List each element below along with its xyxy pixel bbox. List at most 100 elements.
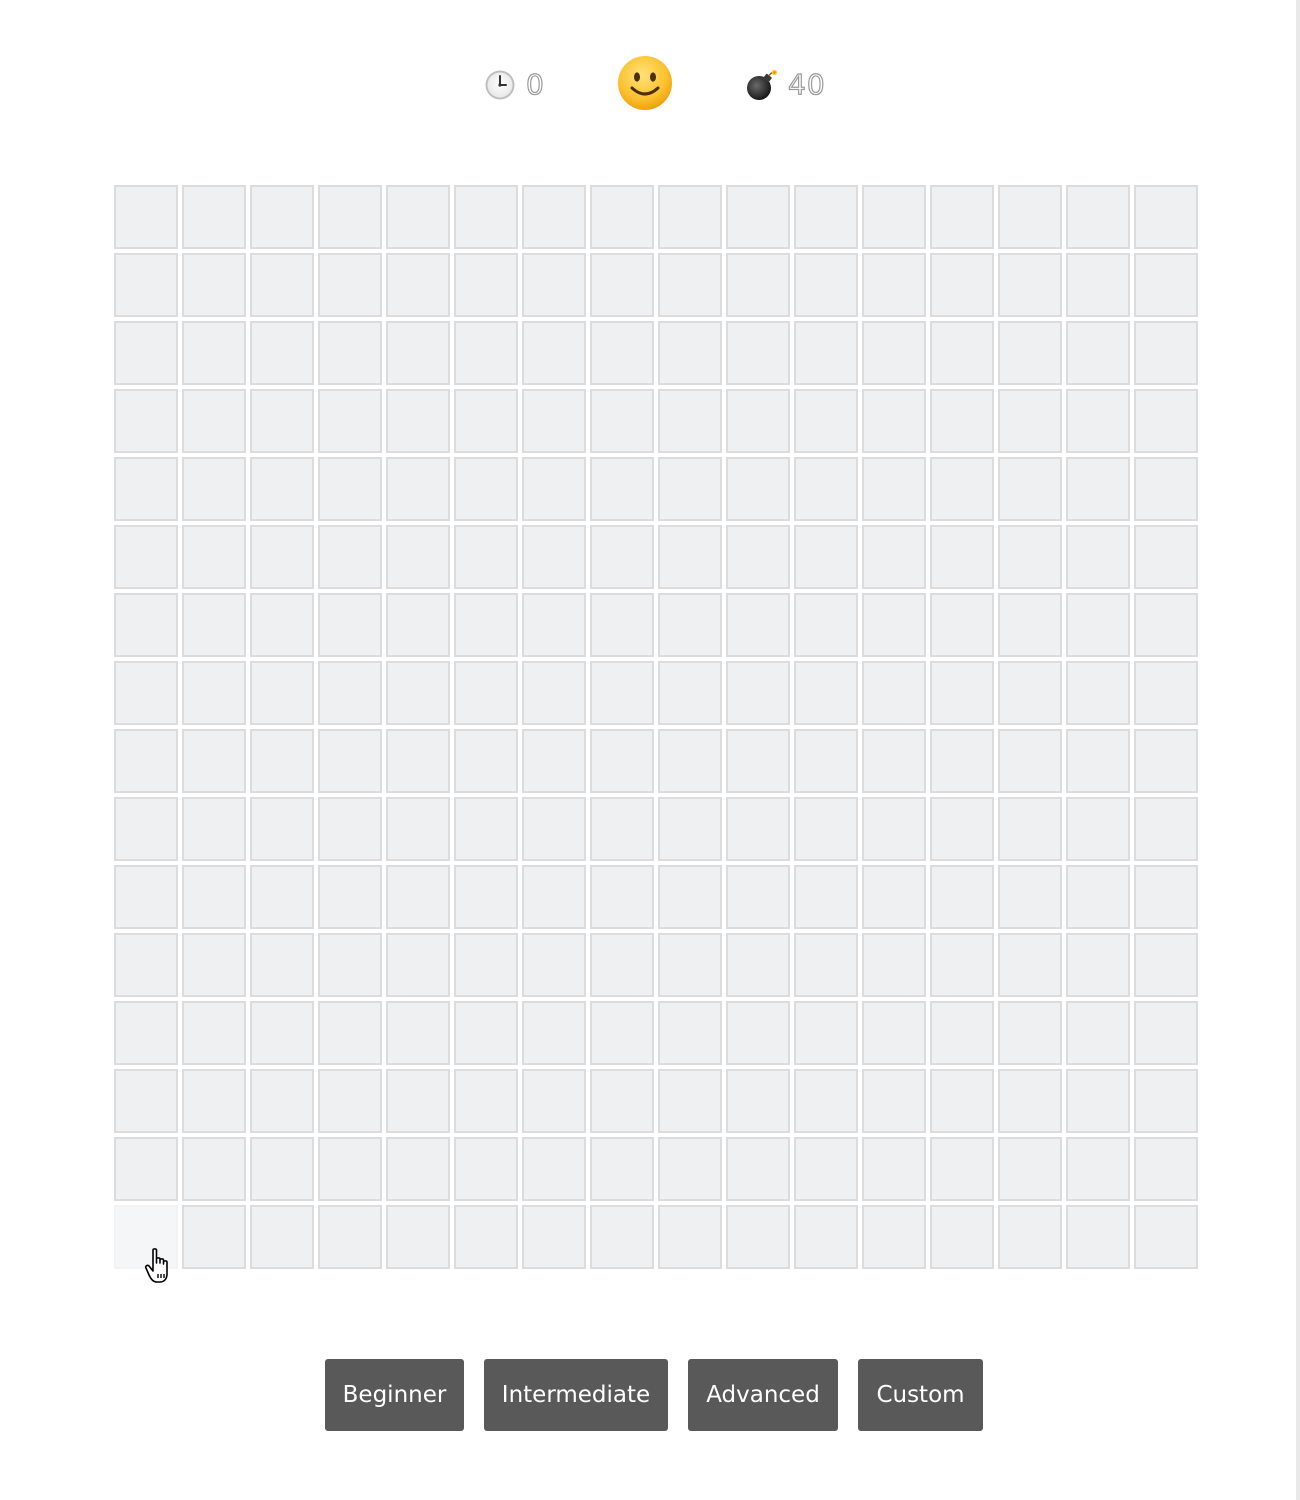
board-cell[interactable]	[794, 1001, 858, 1065]
board-cell[interactable]	[658, 661, 722, 725]
board-cell[interactable]	[998, 593, 1062, 657]
board-cell[interactable]	[386, 525, 450, 589]
board-cell[interactable]	[318, 457, 382, 521]
board-cell[interactable]	[386, 865, 450, 929]
board-cell[interactable]	[930, 389, 994, 453]
board-cell[interactable]	[726, 389, 790, 453]
board-cell[interactable]	[726, 797, 790, 861]
board-cell[interactable]	[794, 1205, 858, 1269]
board-cell[interactable]	[726, 457, 790, 521]
board-cell[interactable]	[794, 1069, 858, 1133]
board-cell[interactable]	[726, 185, 790, 249]
board-cell[interactable]	[1066, 185, 1130, 249]
board-cell[interactable]	[1134, 593, 1198, 657]
board-cell[interactable]	[794, 321, 858, 385]
board-cell[interactable]	[930, 1137, 994, 1201]
board-cell[interactable]	[794, 729, 858, 793]
board-cell[interactable]	[658, 1069, 722, 1133]
board-cell[interactable]	[590, 933, 654, 997]
board-cell[interactable]	[318, 661, 382, 725]
board-cell[interactable]	[726, 525, 790, 589]
board-cell[interactable]	[658, 797, 722, 861]
board-cell[interactable]	[726, 1069, 790, 1133]
board-cell[interactable]	[1066, 933, 1130, 997]
board-cell[interactable]	[386, 1069, 450, 1133]
board-cell[interactable]	[1066, 593, 1130, 657]
board-cell[interactable]	[454, 797, 518, 861]
board-cell[interactable]	[250, 933, 314, 997]
board-cell[interactable]	[590, 321, 654, 385]
board-cell[interactable]	[250, 797, 314, 861]
board-cell[interactable]	[386, 321, 450, 385]
board-cell[interactable]	[386, 661, 450, 725]
board-cell[interactable]	[658, 593, 722, 657]
board-cell[interactable]	[794, 661, 858, 725]
board-cell[interactable]	[794, 185, 858, 249]
board-cell[interactable]	[930, 933, 994, 997]
reset-face-button[interactable]	[617, 55, 673, 111]
board-cell[interactable]	[182, 321, 246, 385]
board-cell[interactable]	[930, 525, 994, 589]
board-cell[interactable]	[114, 1069, 178, 1133]
board-cell[interactable]	[794, 797, 858, 861]
board-cell[interactable]	[658, 457, 722, 521]
board-cell[interactable]	[862, 661, 926, 725]
board-cell[interactable]	[998, 1001, 1062, 1065]
board-cell[interactable]	[998, 389, 1062, 453]
board-cell[interactable]	[182, 389, 246, 453]
board-cell[interactable]	[182, 185, 246, 249]
board-cell[interactable]	[1134, 797, 1198, 861]
board-cell[interactable]	[862, 1069, 926, 1133]
board-cell[interactable]	[454, 1069, 518, 1133]
board-cell[interactable]	[794, 525, 858, 589]
board-cell[interactable]	[590, 1137, 654, 1201]
board-cell[interactable]	[726, 593, 790, 657]
board-cell[interactable]	[998, 185, 1062, 249]
board-cell[interactable]	[454, 1001, 518, 1065]
board-cell[interactable]	[726, 253, 790, 317]
board-cell[interactable]	[386, 593, 450, 657]
board-cell[interactable]	[998, 1069, 1062, 1133]
board-cell[interactable]	[250, 525, 314, 589]
board-cell[interactable]	[862, 457, 926, 521]
board-cell[interactable]	[1066, 1001, 1130, 1065]
board-cell[interactable]	[930, 1069, 994, 1133]
board-cell[interactable]	[522, 1069, 586, 1133]
board-cell[interactable]	[386, 1001, 450, 1065]
board-cell[interactable]	[318, 1069, 382, 1133]
board-cell[interactable]	[1134, 457, 1198, 521]
board-cell[interactable]	[1066, 797, 1130, 861]
board-cell[interactable]	[114, 389, 178, 453]
board-cell[interactable]	[454, 661, 518, 725]
board-cell[interactable]	[318, 933, 382, 997]
board-cell[interactable]	[794, 593, 858, 657]
board-cell[interactable]	[1134, 389, 1198, 453]
board-cell[interactable]	[1066, 457, 1130, 521]
board-cell[interactable]	[794, 389, 858, 453]
board-cell[interactable]	[726, 321, 790, 385]
board-cell[interactable]	[114, 1137, 178, 1201]
board-cell[interactable]	[250, 1001, 314, 1065]
board-cell[interactable]	[862, 253, 926, 317]
board-cell[interactable]	[726, 865, 790, 929]
board-cell[interactable]	[998, 1205, 1062, 1269]
board-cell[interactable]	[590, 389, 654, 453]
board-cell[interactable]	[114, 185, 178, 249]
board-cell[interactable]	[590, 661, 654, 725]
board-cell[interactable]	[998, 729, 1062, 793]
board-cell[interactable]	[386, 185, 450, 249]
board-cell[interactable]	[114, 661, 178, 725]
board-cell[interactable]	[1134, 933, 1198, 997]
board-cell[interactable]	[794, 865, 858, 929]
board-cell[interactable]	[1134, 185, 1198, 249]
board-cell[interactable]	[1134, 729, 1198, 793]
custom-button[interactable]: Custom	[858, 1359, 983, 1431]
board-cell[interactable]	[930, 1001, 994, 1065]
board-cell[interactable]	[250, 185, 314, 249]
board-cell[interactable]	[182, 525, 246, 589]
board-cell[interactable]	[1134, 1137, 1198, 1201]
board-cell[interactable]	[658, 321, 722, 385]
board-cell[interactable]	[318, 321, 382, 385]
board-cell[interactable]	[862, 797, 926, 861]
board-cell[interactable]	[998, 797, 1062, 861]
